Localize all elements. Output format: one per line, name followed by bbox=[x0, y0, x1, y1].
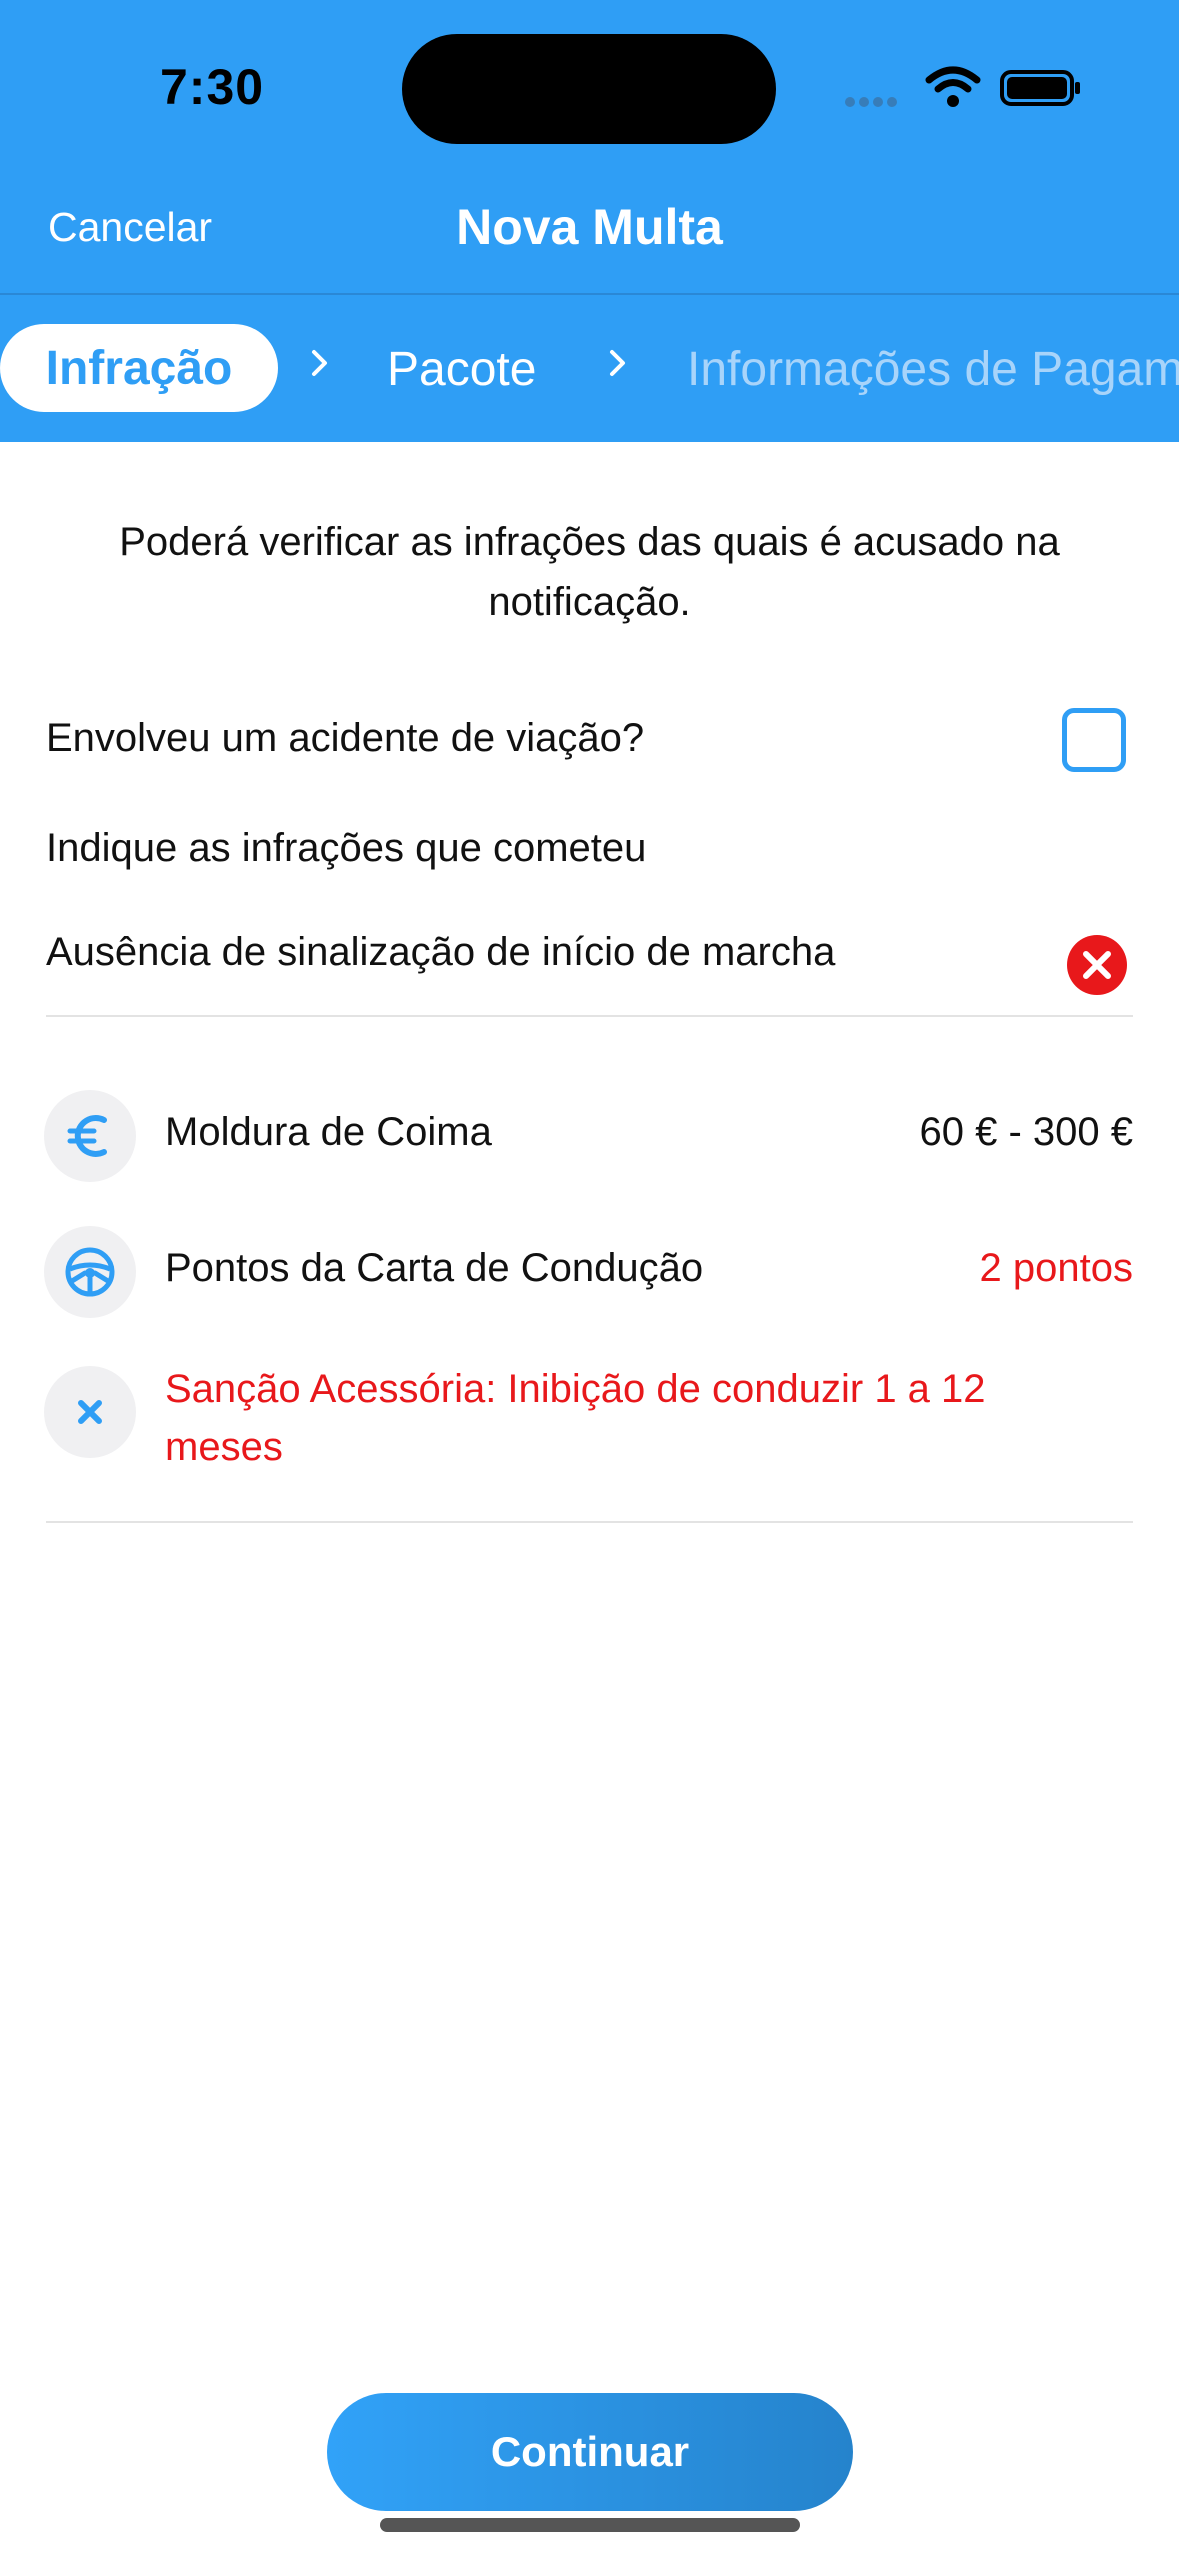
navigation-bar: Cancelar Nova Multa bbox=[0, 180, 1179, 294]
points-value: 2 pontos bbox=[979, 1246, 1133, 1290]
points-icon-circle bbox=[44, 1226, 136, 1318]
step-pacote[interactable]: Pacote bbox=[387, 342, 536, 397]
infractions-heading: Indique as infrações que cometeu bbox=[46, 826, 647, 870]
step-infracao[interactable]: Infração bbox=[0, 324, 278, 412]
battery-icon bbox=[1000, 70, 1080, 106]
step-informacoes-pagamento[interactable]: Informações de Pagam bbox=[687, 342, 1179, 397]
wifi-icon bbox=[925, 66, 981, 107]
continue-button[interactable]: Continuar bbox=[327, 2393, 853, 2511]
page-title: Nova Multa bbox=[456, 199, 723, 255]
x-icon bbox=[78, 1400, 102, 1424]
euro-icon bbox=[67, 1115, 107, 1157]
fine-icon-circle bbox=[44, 1090, 136, 1182]
chevron-right-icon bbox=[610, 350, 625, 376]
chevron-right-icon bbox=[312, 350, 327, 376]
sanction-icon-circle bbox=[44, 1366, 136, 1458]
header: 7:30 Cancelar Nova Multa Infração Pacote… bbox=[0, 0, 1179, 442]
status-time: 7:30 bbox=[160, 59, 265, 115]
selected-infraction: Ausência de sinalização de início de mar… bbox=[46, 930, 836, 974]
fine-value: 60 € - 300 € bbox=[919, 1110, 1134, 1154]
steering-wheel-icon bbox=[65, 1247, 115, 1297]
sanction-text: Sanção Acessória: Inibição de conduzir 1… bbox=[165, 1367, 986, 1469]
fine-label: Moldura de Coima bbox=[165, 1110, 492, 1154]
home-indicator[interactable] bbox=[380, 2518, 800, 2532]
accident-question: Envolveu um acidente de viação? bbox=[46, 716, 645, 760]
status-bar: 7:30 bbox=[0, 0, 1179, 180]
nav-divider bbox=[0, 293, 1179, 295]
remove-circle-icon[interactable] bbox=[1066, 934, 1128, 996]
cellular-signal-icon bbox=[845, 94, 901, 112]
dynamic-island bbox=[402, 34, 776, 144]
divider bbox=[46, 1521, 1133, 1523]
intro-text: Poderá verificar as infrações das quais … bbox=[119, 520, 1060, 624]
step-progress: Infração Pacote Informações de Pagam bbox=[0, 318, 1179, 418]
accident-checkbox[interactable] bbox=[1062, 708, 1126, 772]
divider bbox=[46, 1015, 1133, 1017]
points-label: Pontos da Carta de Condução bbox=[165, 1246, 704, 1290]
